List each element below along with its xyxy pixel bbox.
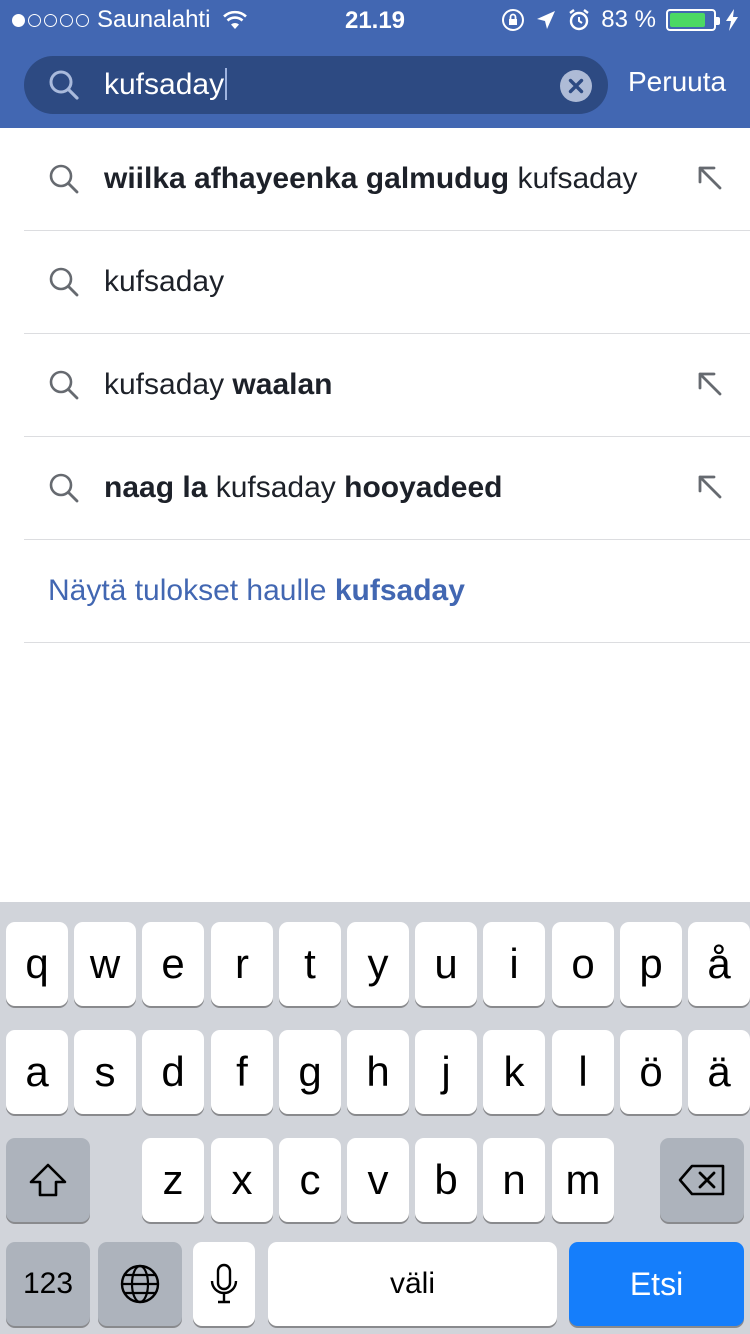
microphone-icon xyxy=(210,1263,238,1304)
shift-arrow-icon xyxy=(29,1163,67,1197)
key-g[interactable]: g xyxy=(279,1030,341,1114)
text-cursor xyxy=(225,68,228,100)
key-å[interactable]: å xyxy=(688,922,750,1006)
fill-query-arrow-icon[interactable] xyxy=(696,370,724,403)
key-v[interactable]: v xyxy=(347,1138,409,1222)
search-input[interactable]: kufsaday xyxy=(24,56,608,114)
key-h[interactable]: h xyxy=(347,1030,409,1114)
suggestion-row[interactable]: kufsaday waalan xyxy=(24,334,750,437)
suggestion-row[interactable]: wiilka afhayeenka galmudug kufsaday xyxy=(24,128,750,231)
search-icon xyxy=(49,473,79,503)
rotation-lock-icon xyxy=(502,9,525,31)
key-e[interactable]: e xyxy=(142,922,204,1006)
key-x[interactable]: x xyxy=(211,1138,273,1222)
alarm-clock-icon xyxy=(569,9,590,31)
key-j[interactable]: j xyxy=(415,1030,477,1114)
key-u[interactable]: u xyxy=(415,922,477,1006)
show-results-label: Näytä tulokset haulle kufsaday xyxy=(48,574,465,607)
key-k[interactable]: k xyxy=(483,1030,545,1114)
key-d[interactable]: d xyxy=(142,1030,204,1114)
suggestion-text: wiilka afhayeenka galmudug kufsaday xyxy=(104,162,638,195)
search-icon xyxy=(49,164,79,194)
battery-level-fill xyxy=(670,13,705,27)
suggestion-row[interactable]: kufsaday xyxy=(24,231,750,334)
suggestion-row[interactable]: naag la kufsaday hooyadeed xyxy=(24,437,750,540)
key-b[interactable]: b xyxy=(415,1138,477,1222)
fill-query-arrow-icon[interactable] xyxy=(696,164,724,197)
shift-key[interactable] xyxy=(6,1138,90,1222)
battery-icon xyxy=(666,9,720,31)
key-y[interactable]: y xyxy=(347,922,409,1006)
key-c[interactable]: c xyxy=(279,1138,341,1222)
suggestion-text: naag la kufsaday hooyadeed xyxy=(104,471,503,504)
key-n[interactable]: n xyxy=(483,1138,545,1222)
backspace-key[interactable] xyxy=(660,1138,744,1222)
key-r[interactable]: r xyxy=(211,922,273,1006)
globe-icon xyxy=(120,1264,160,1304)
clear-x-icon xyxy=(568,78,584,94)
suggestion-text: kufsaday waalan xyxy=(104,368,333,401)
key-s[interactable]: s xyxy=(74,1030,136,1114)
key-l[interactable]: l xyxy=(552,1030,614,1114)
key-p[interactable]: p xyxy=(620,922,682,1006)
key-m[interactable]: m xyxy=(552,1138,614,1222)
cancel-button[interactable]: Peruuta xyxy=(628,66,726,98)
key-t[interactable]: t xyxy=(279,922,341,1006)
space-key[interactable]: väli xyxy=(268,1242,557,1326)
status-right: 83 % xyxy=(501,6,738,34)
numbers-key[interactable]: 123 xyxy=(6,1242,90,1326)
backspace-icon xyxy=(678,1164,725,1196)
key-a[interactable]: a xyxy=(6,1030,68,1114)
search-icon xyxy=(49,267,79,297)
globe-key[interactable] xyxy=(98,1242,182,1326)
key-q[interactable]: q xyxy=(6,922,68,1006)
key-ä[interactable]: ä xyxy=(688,1030,750,1114)
charging-bolt-icon xyxy=(726,9,738,31)
header: Saunalahti 21.19 83 % kufsaday Peruuta xyxy=(0,0,750,128)
search-icon xyxy=(49,70,79,100)
clear-search-button[interactable] xyxy=(560,70,592,102)
fill-query-arrow-icon[interactable] xyxy=(696,473,724,506)
key-i[interactable]: i xyxy=(483,922,545,1006)
battery-percent: 83 % xyxy=(601,6,656,33)
status-bar: Saunalahti 21.19 83 % xyxy=(0,0,750,42)
key-z[interactable]: z xyxy=(142,1138,204,1222)
suggestion-list: wiilka afhayeenka galmudug kufsaday kufsa… xyxy=(0,128,750,643)
key-f[interactable]: f xyxy=(211,1030,273,1114)
keyboard: q w e r t y u i o p å a s d f g h j k l ö ä z x c v b n m 123 väli Etsi xyxy=(0,902,750,1334)
search-query-text: kufsaday xyxy=(104,68,228,102)
search-submit-key[interactable]: Etsi xyxy=(569,1242,744,1326)
key-w[interactable]: w xyxy=(74,922,136,1006)
dictation-key[interactable] xyxy=(193,1242,255,1326)
search-icon xyxy=(49,370,79,400)
key-ö[interactable]: ö xyxy=(620,1030,682,1114)
key-o[interactable]: o xyxy=(552,922,614,1006)
location-arrow-icon xyxy=(537,11,556,29)
suggestion-text: kufsaday xyxy=(104,265,225,298)
show-results-row[interactable]: Näytä tulokset haulle kufsaday xyxy=(24,540,750,643)
